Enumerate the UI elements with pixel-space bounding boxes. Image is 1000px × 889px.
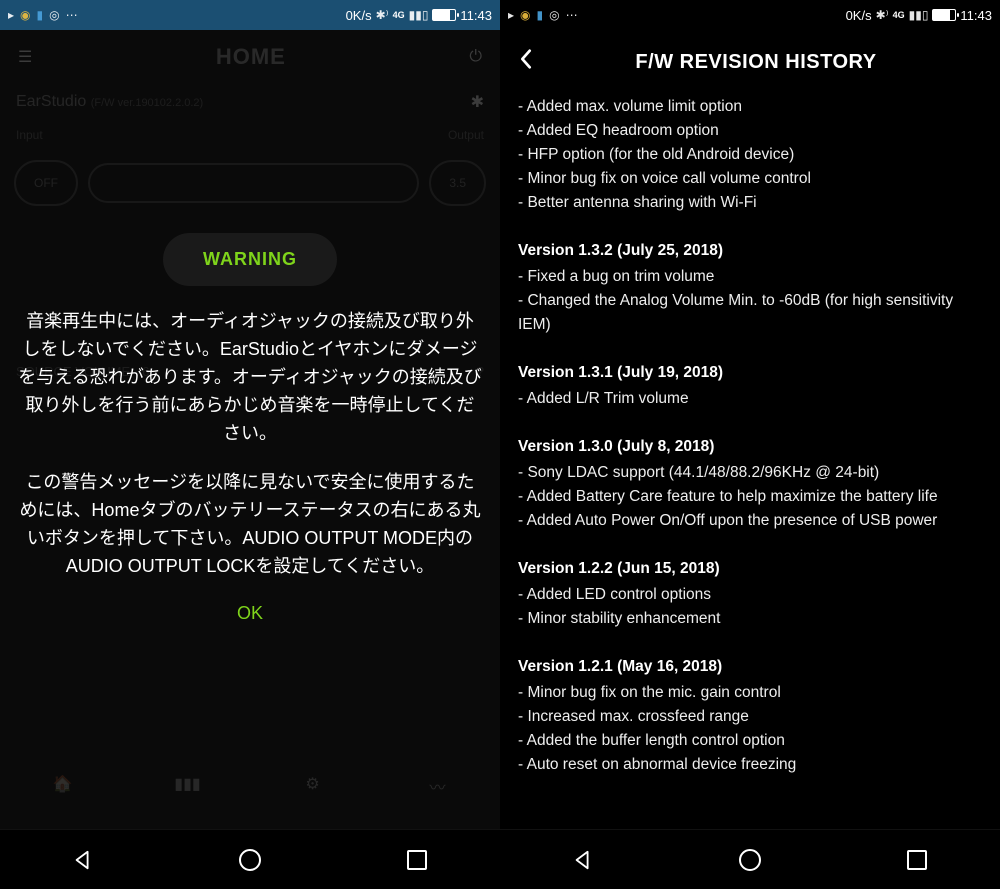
bluetooth-icon: ✱⁾ — [876, 8, 889, 22]
input-label: Input — [16, 128, 43, 142]
output-value-pill: 3.5 — [429, 160, 486, 206]
android-nav-bar — [0, 829, 500, 889]
revision-item: - Added L/R Trim volume — [518, 387, 982, 411]
warning-modal: WARNING 音楽再生中には、オーディオジャックの接続及び取り外しをしないでく… — [0, 215, 500, 642]
revision-item: - Better antenna sharing with Wi-Fi — [518, 191, 982, 215]
clock: 11:43 — [460, 8, 492, 23]
revision-block: Version 1.3.0 (July 8, 2018)- Sony LDAC … — [518, 435, 982, 533]
phone-right: ▸ ◉ ▮ ◎ ⋯ 0K/s ✱⁾ 4G ▮▮▯ 11:43 F/W REVIS… — [500, 0, 1000, 889]
input-off-pill: OFF — [14, 160, 78, 206]
nav-recent-button[interactable] — [904, 847, 930, 873]
tab-ambient: 〰 — [418, 774, 458, 814]
android-nav-bar — [500, 829, 1000, 889]
notif-icon: ▸ — [508, 8, 514, 22]
revision-block: Version 1.3.1 (July 19, 2018)- Added L/R… — [518, 361, 982, 411]
nav-home-button[interactable] — [237, 847, 263, 873]
warning-title: WARNING — [203, 249, 297, 269]
revision-version-title: Version 1.3.2 (July 25, 2018) — [518, 239, 982, 263]
signal-icon: ▮▮▯ — [909, 8, 929, 22]
app-icon-2: ▮ — [37, 8, 44, 22]
ok-button[interactable]: OK — [14, 603, 486, 624]
device-name: EarStudio — [16, 93, 86, 110]
revision-block: Version 1.3.2 (July 25, 2018)- Fixed a b… — [518, 239, 982, 337]
status-right: 0K/s ✱⁾ 4G ▮▮▯ 11:43 — [846, 8, 992, 23]
net-type: 4G — [893, 11, 905, 20]
warning-paragraph-1: 音楽再生中には、オーディオジャックの接続及び取り外しをしないでください。EarS… — [18, 308, 482, 447]
revision-item: - Added Battery Care feature to help max… — [518, 485, 982, 509]
hamburger-icon: ☰ — [18, 47, 32, 67]
revision-item: - Minor stability enhancement — [518, 607, 982, 631]
nav-back-button[interactable] — [570, 847, 596, 873]
revision-block: Version 1.2.1 (May 16, 2018)- Minor bug … — [518, 655, 982, 777]
app-icon-1: ◉ — [20, 8, 30, 22]
page-title: F/W REVISION HISTORY — [556, 51, 956, 74]
tab-equalizer: ▮▮▮ — [168, 774, 208, 814]
revision-item: - HFP option (for the old Android device… — [518, 143, 982, 167]
revision-version-title: Version 1.3.0 (July 8, 2018) — [518, 435, 982, 459]
revision-item: - Changed the Analog Volume Min. to -60d… — [518, 289, 982, 337]
app-icon-3: ◎ — [49, 8, 59, 22]
net-speed: 0K/s — [346, 8, 372, 23]
more-icon: ⋯ — [566, 8, 578, 22]
revision-version-title: Version 1.2.2 (Jun 15, 2018) — [518, 557, 982, 581]
status-right: 0K/s ✱⁾ 4G ▮▮▯ 11:43 — [346, 8, 492, 23]
revision-block-partial: - Added max. volume limit option- Added … — [518, 95, 982, 215]
status-bar: ▸ ◉ ▮ ◎ ⋯ 0K/s ✱⁾ 4G ▮▮▯ 11:43 — [0, 0, 500, 30]
revision-item: - Increased max. crossfeed range — [518, 705, 982, 729]
revision-item: - Added EQ headroom option — [518, 119, 982, 143]
center-pill — [88, 163, 419, 203]
app-icon-3: ◎ — [549, 8, 559, 22]
revision-version-title: Version 1.3.1 (July 19, 2018) — [518, 361, 982, 385]
back-button[interactable] — [514, 48, 538, 77]
revision-item: - Added max. volume limit option — [518, 95, 982, 119]
output-label: Output — [448, 128, 484, 142]
revision-item: - Sony LDAC support (44.1/48/88.2/96KHz … — [518, 461, 982, 485]
status-left: ▸ ◉ ▮ ◎ ⋯ — [508, 8, 578, 22]
battery-icon — [432, 9, 456, 21]
net-type: 4G — [393, 11, 405, 20]
revision-version-title: Version 1.2.1 (May 16, 2018) — [518, 655, 982, 679]
nav-home-button[interactable] — [737, 847, 763, 873]
warning-body: 音楽再生中には、オーディオジャックの接続及び取り外しをしないでください。EarS… — [14, 308, 486, 581]
net-speed: 0K/s — [846, 8, 872, 23]
tab-sound-control: ⚙ — [293, 774, 333, 814]
battery-icon — [932, 9, 956, 21]
status-left: ▸ ◉ ▮ ◎ ⋯ — [8, 8, 78, 22]
tab-home: 🏠 — [43, 774, 83, 814]
notif-icon: ▸ — [8, 8, 14, 22]
nav-back-button[interactable] — [70, 847, 96, 873]
nav-recent-button[interactable] — [404, 847, 430, 873]
revision-item: - Added the buffer length control option — [518, 729, 982, 753]
warning-paragraph-2: この警告メッセージを以降に見ないで安全に使用するためには、Homeタブのバッテリ… — [18, 469, 482, 581]
power-icon: ⏻ — [469, 48, 482, 66]
bottom-tab-bar: 🏠 ▮▮▮ ⚙ 〰 — [0, 759, 500, 829]
fw-version: (F/W ver.190102.2.0.2) — [91, 97, 204, 109]
app-icon-2: ▮ — [537, 8, 544, 22]
warning-title-badge: WARNING — [163, 233, 337, 286]
bluetooth-icon: ✱⁾ — [376, 8, 389, 22]
more-icon: ⋯ — [66, 8, 78, 22]
revision-item: - Minor bug fix on voice call volume con… — [518, 167, 982, 191]
bluetooth-status-icon: ✱ — [471, 92, 484, 112]
phone-left: ▸ ◉ ▮ ◎ ⋯ 0K/s ✱⁾ 4G ▮▮▯ 11:43 ☰ HOME ⏻ … — [0, 0, 500, 889]
revision-item: - Fixed a bug on trim volume — [518, 265, 982, 289]
revision-item: - Added LED control options — [518, 583, 982, 607]
revision-history-body[interactable]: - Added max. volume limit option- Added … — [500, 91, 1000, 829]
app-icon-1: ◉ — [520, 8, 530, 22]
revision-item: - Added Auto Power On/Off upon the prese… — [518, 509, 982, 533]
app-content-dimmed: ☰ HOME ⏻ EarStudio (F/W ver.190102.2.0.2… — [0, 30, 500, 829]
revision-block: Version 1.2.2 (Jun 15, 2018)- Added LED … — [518, 557, 982, 631]
signal-icon: ▮▮▯ — [409, 8, 429, 22]
home-title: HOME — [216, 44, 286, 70]
status-bar: ▸ ◉ ▮ ◎ ⋯ 0K/s ✱⁾ 4G ▮▮▯ 11:43 — [500, 0, 1000, 30]
revision-item: - Auto reset on abnormal device freezing — [518, 753, 982, 777]
clock: 11:43 — [960, 8, 992, 23]
revision-item: - Minor bug fix on the mic. gain control — [518, 681, 982, 705]
revision-header: F/W REVISION HISTORY — [500, 30, 1000, 91]
